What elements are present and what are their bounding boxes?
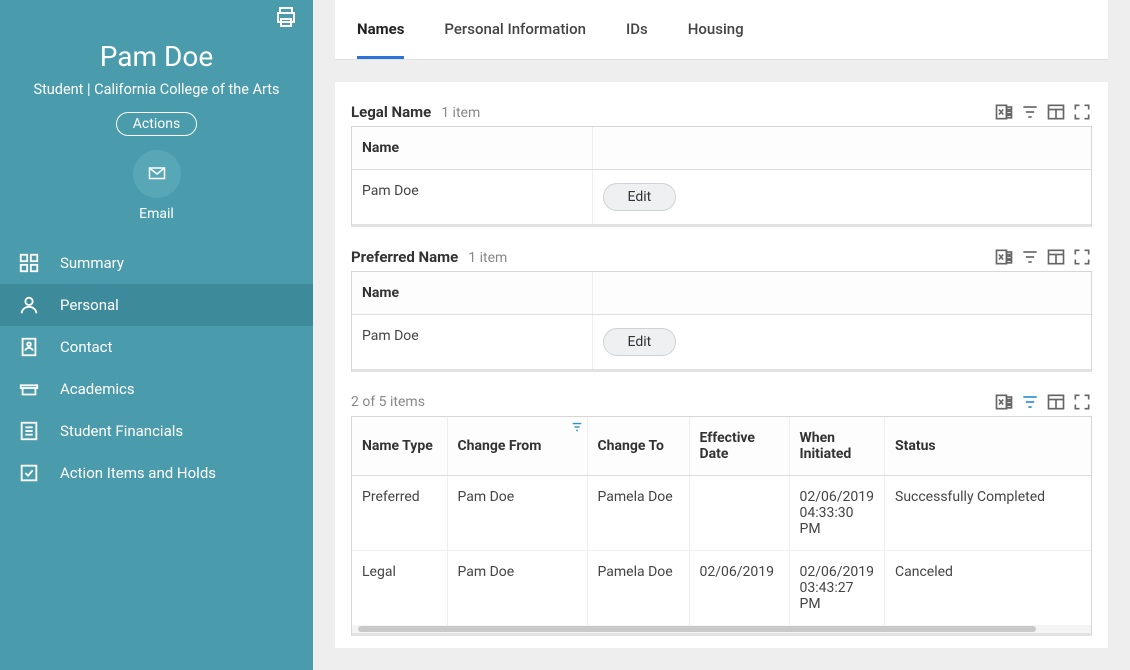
table-row: Legal Pam Doe Pamela Doe 02/06/2019 02/0… — [352, 551, 1091, 626]
filter-icon[interactable] — [1020, 392, 1040, 412]
academics-icon — [18, 378, 40, 400]
change-from-cell: Pam Doe — [447, 476, 587, 551]
preferred-name-count: 1 item — [468, 250, 507, 266]
status-cell: Successfully Completed — [885, 476, 1092, 551]
sidebar-item-action-items[interactable]: Action Items and Holds — [0, 452, 313, 494]
sidebar-item-label: Action Items and Holds — [60, 464, 216, 482]
legal-name-section: Legal Name 1 item Name — [351, 102, 1092, 227]
table-row: Preferred Pam Doe Pamela Doe 02/06/2019 … — [352, 476, 1091, 551]
table-header — [592, 127, 1091, 170]
history-section: 2 of 5 items Name Type Change From — [351, 392, 1092, 636]
columns-icon[interactable] — [1046, 102, 1066, 122]
name-type-cell: Preferred — [352, 476, 447, 551]
sidebar-header: Pam Doe Student | California College of … — [0, 0, 313, 242]
filter-icon[interactable] — [1020, 102, 1040, 122]
sidebar-item-label: Student Financials — [60, 422, 183, 440]
name-type-cell: Legal — [352, 551, 447, 626]
edit-button[interactable]: Edit — [603, 183, 677, 211]
name-cell: Pam Doe — [352, 170, 592, 225]
sidebar-item-summary[interactable]: Summary — [0, 242, 313, 284]
sidebar-item-label: Academics — [60, 380, 135, 398]
checklist-icon — [18, 462, 40, 484]
legal-name-table: Name Pam Doe Edit — [352, 127, 1091, 224]
edit-button[interactable]: Edit — [603, 328, 677, 356]
effective-date-cell: 02/06/2019 — [689, 551, 789, 626]
change-to-cell: Pamela Doe — [587, 551, 689, 626]
tab-names[interactable]: Names — [357, 0, 404, 59]
export-excel-icon[interactable] — [994, 392, 1014, 412]
name-cell: Pam Doe — [352, 315, 592, 370]
preferred-name-section: Preferred Name 1 item Name — [351, 247, 1092, 372]
contact-icon — [18, 336, 40, 358]
table-header[interactable]: Name — [352, 272, 592, 315]
change-to-cell: Pamela Doe — [587, 476, 689, 551]
history-toolbar — [994, 392, 1092, 412]
tab-housing[interactable]: Housing — [688, 0, 744, 59]
sidebar-item-label: Summary — [60, 254, 124, 272]
tab-ids[interactable]: IDs — [626, 0, 648, 59]
table-header[interactable]: When Initiated — [789, 417, 885, 476]
table-header — [592, 272, 1091, 315]
table-header[interactable]: Change To — [587, 417, 689, 476]
columns-icon[interactable] — [1046, 392, 1066, 412]
person-icon — [18, 294, 40, 316]
table-row: Pam Doe Edit — [352, 170, 1091, 225]
table-row: Pam Doe Edit — [352, 315, 1091, 370]
fullscreen-icon[interactable] — [1072, 247, 1092, 267]
table-header[interactable]: Effective Date — [689, 417, 789, 476]
sidebar-item-label: Contact — [60, 338, 112, 356]
columns-icon[interactable] — [1046, 247, 1066, 267]
when-initiated-cell: 02/06/2019 03:43:27 PM — [789, 551, 885, 626]
preferred-name-title: Preferred Name — [351, 248, 458, 266]
table-header[interactable]: Name Type — [352, 417, 447, 476]
sidebar: Pam Doe Student | California College of … — [0, 0, 313, 670]
effective-date-cell — [689, 476, 789, 551]
financials-icon — [18, 420, 40, 442]
actions-button[interactable]: Actions — [116, 112, 197, 136]
change-from-cell: Pam Doe — [447, 551, 587, 626]
filter-icon[interactable] — [1020, 247, 1040, 267]
sidebar-item-personal[interactable]: Personal — [0, 284, 313, 326]
history-table: Name Type Change From Change To Effectiv… — [352, 417, 1091, 625]
summary-icon — [18, 252, 40, 274]
table-header[interactable]: Change From — [447, 417, 587, 476]
tab-personal-info[interactable]: Personal Information — [444, 0, 586, 59]
tabs: Names Personal Information IDs Housing — [335, 0, 1108, 60]
print-icon[interactable] — [274, 5, 298, 29]
email-label: Email — [139, 206, 174, 222]
column-filter-active-icon[interactable] — [571, 421, 583, 437]
student-subtitle: Student | California College of the Arts — [10, 81, 303, 98]
legal-name-count: 1 item — [441, 105, 480, 121]
legal-name-title: Legal Name — [351, 103, 431, 121]
history-count: 2 of 5 items — [351, 394, 425, 410]
fullscreen-icon[interactable] — [1072, 392, 1092, 412]
email-button[interactable] — [133, 150, 181, 198]
table-header[interactable]: Name — [352, 127, 592, 170]
email-icon — [145, 165, 169, 183]
horizontal-scrollbar[interactable] — [352, 625, 1091, 633]
sidebar-item-academics[interactable]: Academics — [0, 368, 313, 410]
status-cell: Canceled — [885, 551, 1092, 626]
sidebar-item-label: Personal — [60, 296, 119, 314]
fullscreen-icon[interactable] — [1072, 102, 1092, 122]
main-area: Names Personal Information IDs Housing L… — [313, 0, 1130, 670]
legal-toolbar — [994, 102, 1092, 122]
preferred-toolbar — [994, 247, 1092, 267]
export-excel-icon[interactable] — [994, 247, 1014, 267]
table-header[interactable]: Status — [885, 417, 1092, 476]
sidebar-nav: Summary Personal Contact Academics Stude… — [0, 242, 313, 494]
when-initiated-cell: 02/06/2019 04:33:30 PM — [789, 476, 885, 551]
content: Legal Name 1 item Name — [335, 82, 1108, 648]
sidebar-item-financials[interactable]: Student Financials — [0, 410, 313, 452]
student-name: Pam Doe — [10, 40, 303, 73]
export-excel-icon[interactable] — [994, 102, 1014, 122]
preferred-name-table: Name Pam Doe Edit — [352, 272, 1091, 369]
sidebar-item-contact[interactable]: Contact — [0, 326, 313, 368]
